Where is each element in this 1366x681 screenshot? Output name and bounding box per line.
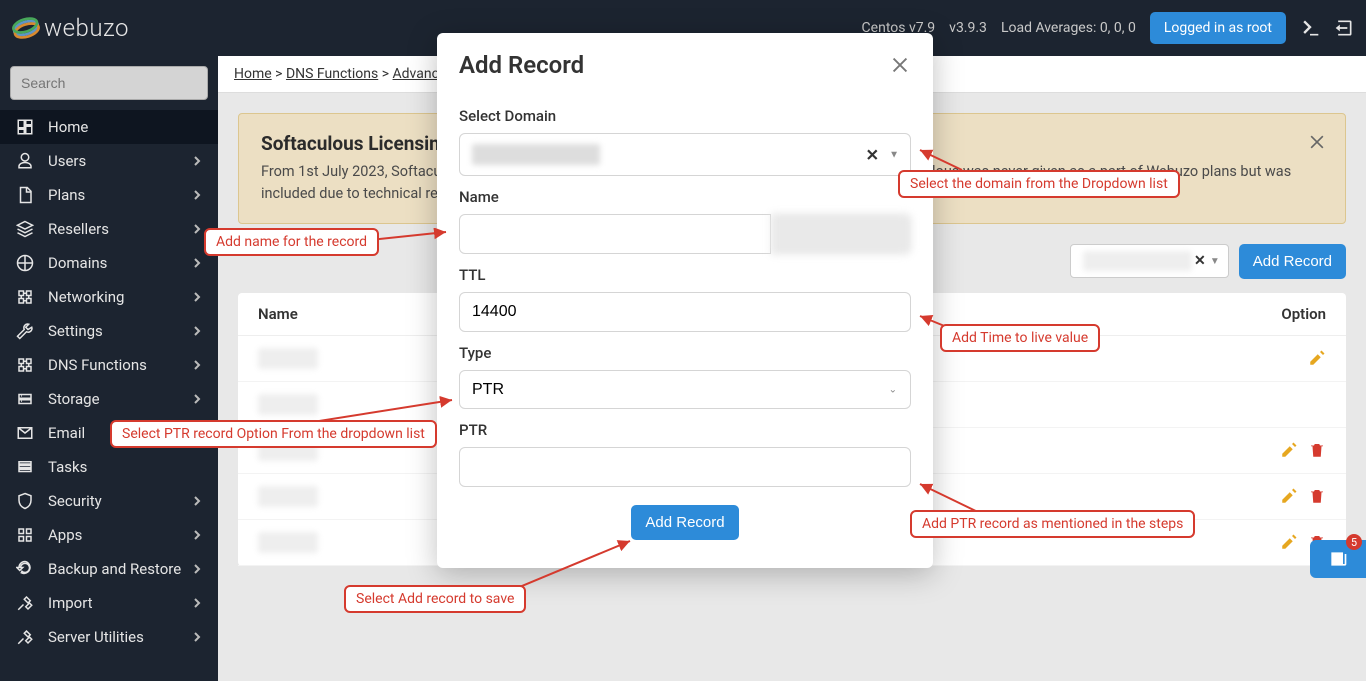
modal-close-icon[interactable] [889,54,911,76]
domain-select[interactable]: hidden ✕ ▼ [459,133,911,176]
name-input[interactable] [459,214,771,254]
add-record-modal: Add Record Select Domain hidden ✕ ▼ Name… [437,33,933,568]
modal-title: Add Record [459,51,584,79]
clear-icon[interactable]: ✕ [866,145,879,164]
modal-submit-button[interactable]: Add Record [631,505,738,540]
callout-submit: Select Add record to save [344,585,526,613]
label-type: Type [459,344,911,362]
name-suffix [771,214,911,254]
ttl-input[interactable] [459,292,911,332]
ptr-input[interactable] [459,447,911,487]
callout-type: Select PTR record Option From the dropdo… [110,420,437,448]
callout-ptr: Add PTR record as mentioned in the steps [910,510,1195,538]
callout-name: Add name for the record [204,228,379,256]
type-select[interactable]: PTR ⌄ [459,370,911,409]
label-domain: Select Domain [459,107,911,125]
callout-ttl: Add Time to live value [940,324,1100,352]
label-ttl: TTL [459,266,911,284]
label-ptr: PTR [459,421,911,439]
arrow-icon [510,535,640,595]
label-name: Name [459,188,911,206]
callout-domain: Select the domain from the Dropdown list [898,170,1180,198]
